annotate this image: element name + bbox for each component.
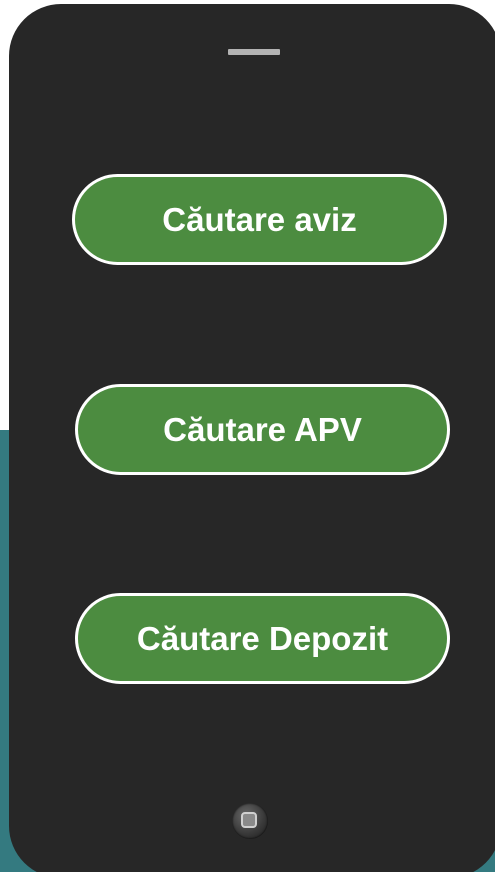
speaker-grille-icon [228, 49, 280, 55]
phone-frame: Căutare aviz Căutare APV Căutare Depozit [9, 4, 495, 872]
cautare-depozit-button[interactable]: Căutare Depozit [75, 593, 450, 684]
home-button-icon[interactable] [232, 803, 268, 839]
home-square-icon [241, 812, 257, 828]
cautare-apv-button[interactable]: Căutare APV [75, 384, 450, 475]
cautare-aviz-button[interactable]: Căutare aviz [72, 174, 447, 265]
